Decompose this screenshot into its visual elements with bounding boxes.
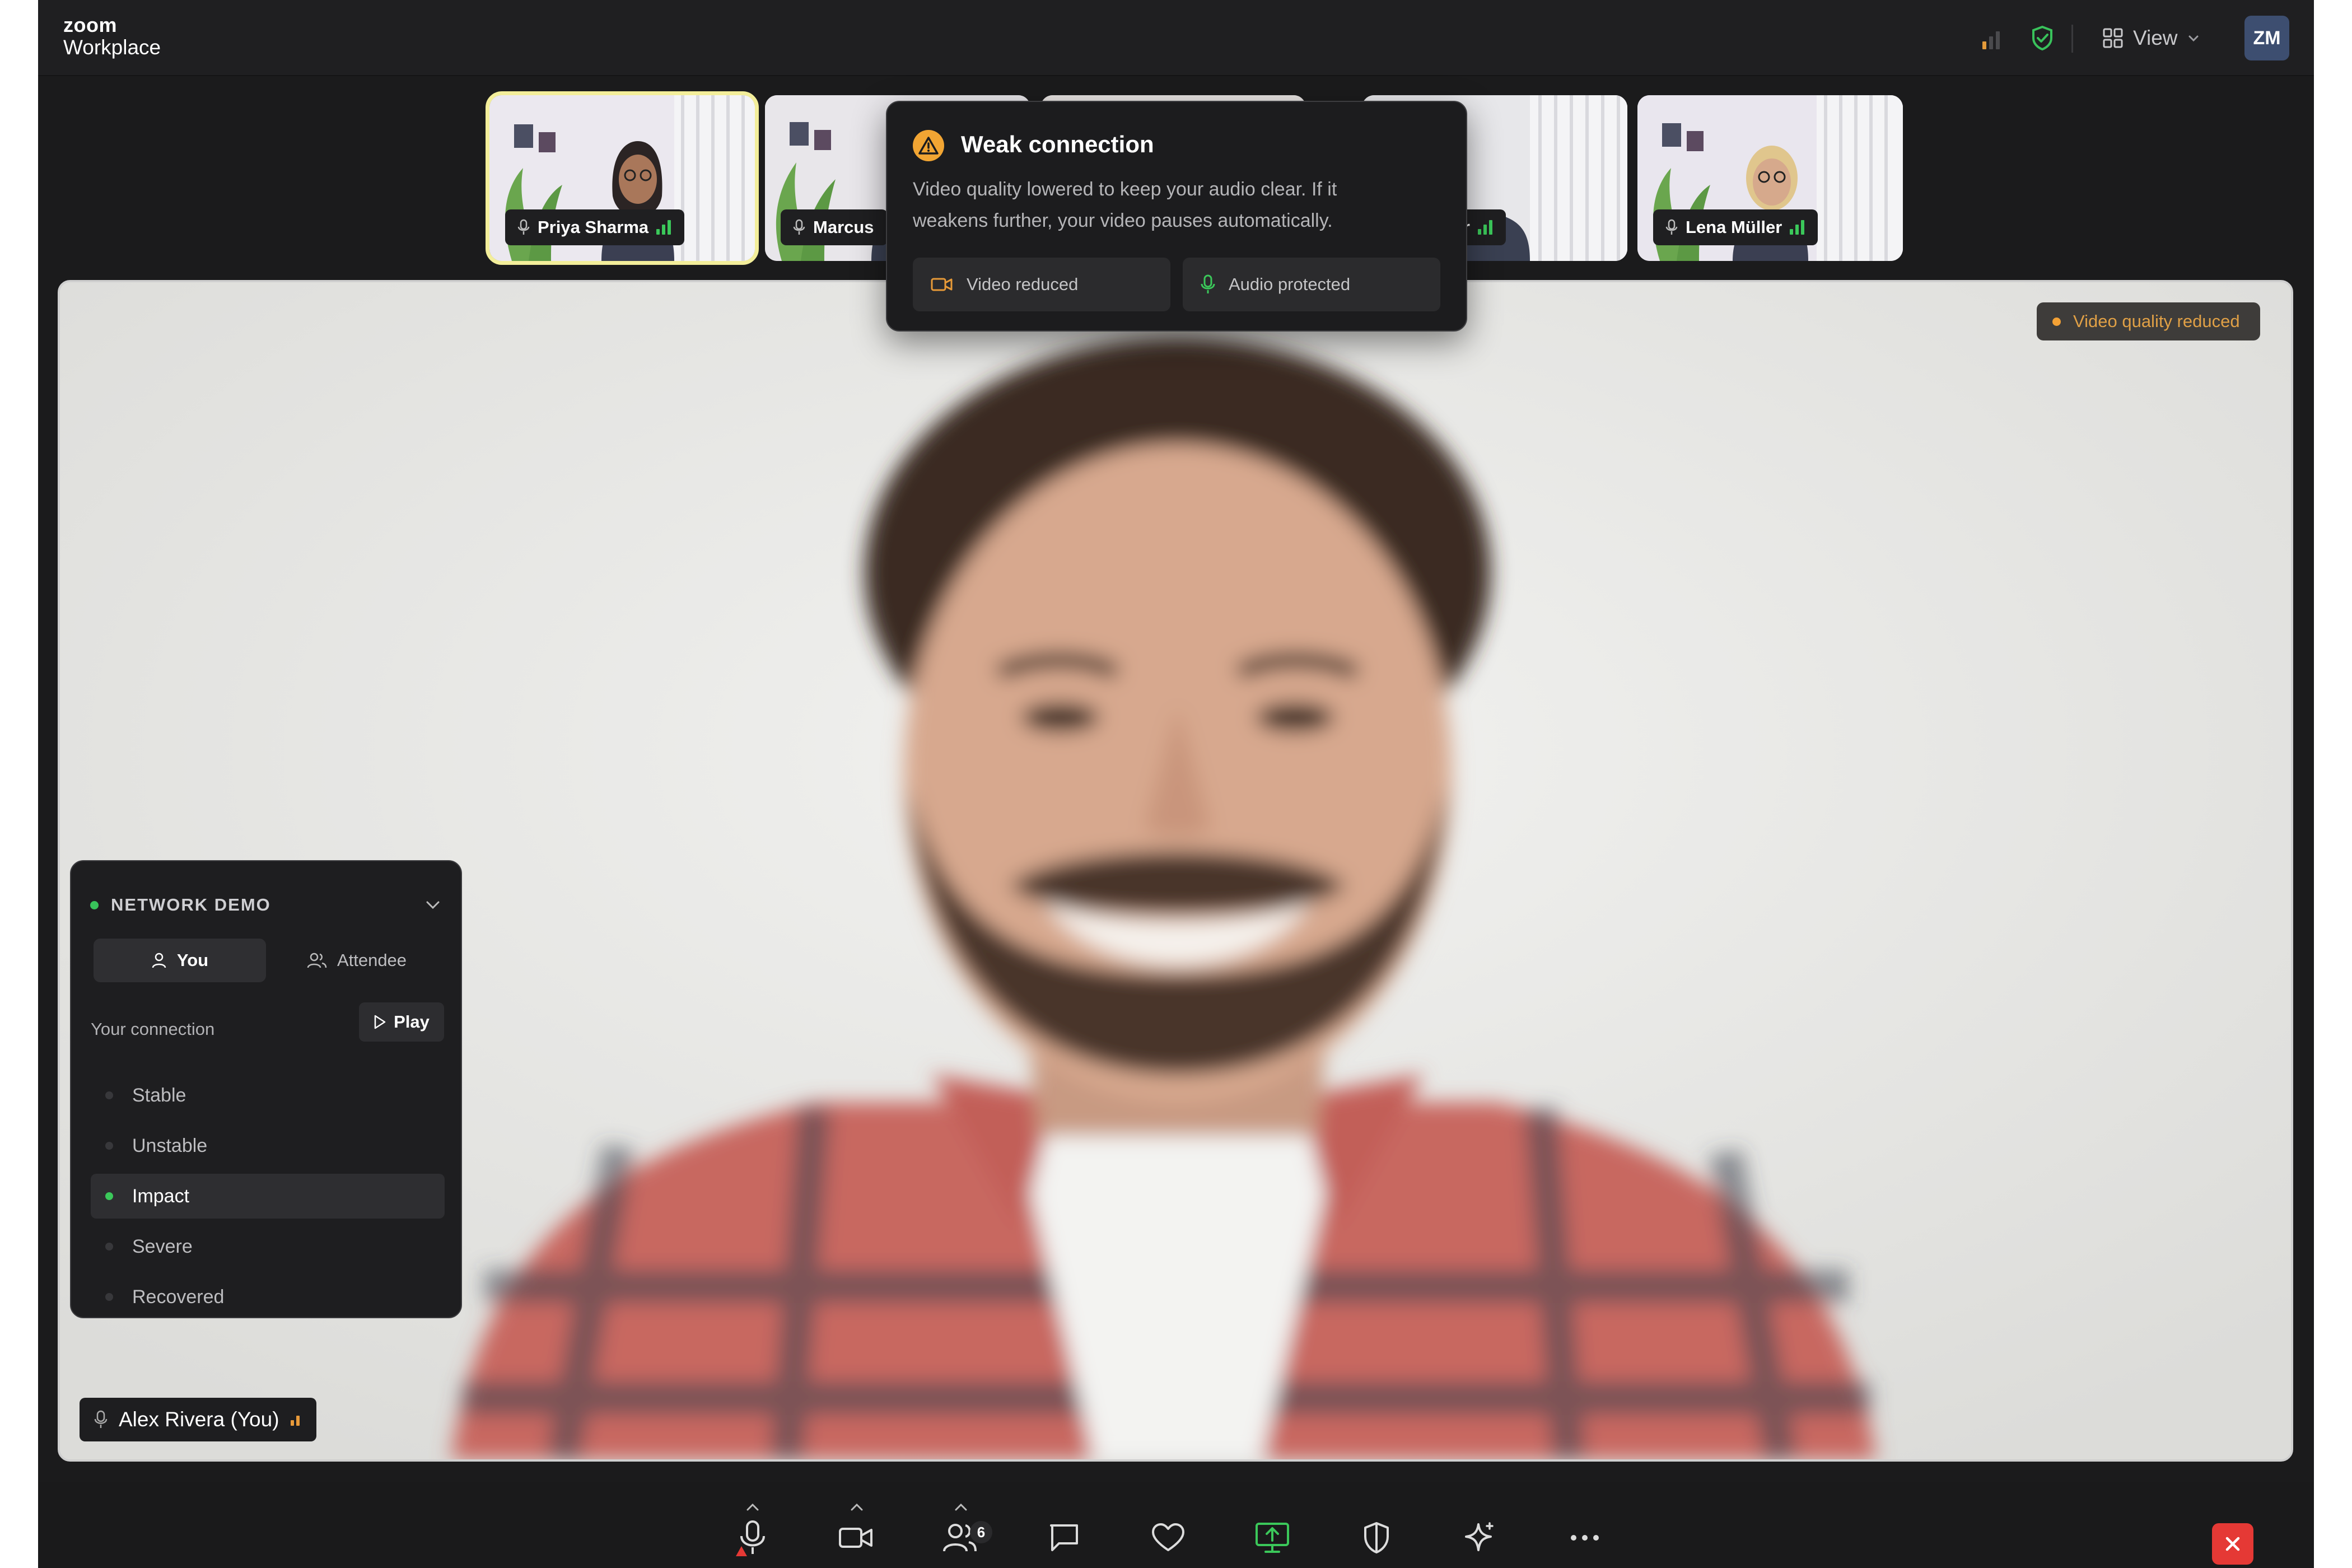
participant-name-tag: Lena Müller bbox=[1653, 209, 1818, 245]
participant-tile-priya[interactable]: Priya Sharma bbox=[486, 91, 759, 265]
audio-protected-chip: Audio protected bbox=[1183, 258, 1440, 311]
grid-icon bbox=[2103, 28, 2123, 48]
chat-button[interactable] bbox=[1042, 1515, 1086, 1560]
close-icon bbox=[2225, 1537, 2240, 1551]
chevron-down-icon bbox=[2188, 35, 2199, 42]
microphone-icon bbox=[793, 219, 805, 235]
signal-bars-icon bbox=[1790, 220, 1805, 235]
security-button[interactable] bbox=[1354, 1515, 1399, 1560]
chevron-down-icon[interactable] bbox=[423, 895, 443, 915]
more-icon bbox=[1571, 1535, 1599, 1541]
mute-button[interactable] bbox=[730, 1515, 775, 1560]
video-reduced-chip: Video reduced bbox=[913, 258, 1170, 311]
divider bbox=[2071, 25, 2073, 53]
chat-icon bbox=[1050, 1524, 1078, 1551]
top-bar: zoom Workplace View ZM bbox=[38, 0, 2314, 76]
play-icon bbox=[374, 1015, 386, 1029]
radio-dot bbox=[105, 1293, 113, 1301]
chevron-up-icon[interactable] bbox=[746, 1503, 759, 1511]
tab-label: You bbox=[176, 950, 209, 970]
tab-you[interactable]: You bbox=[94, 939, 266, 982]
microphone-icon bbox=[1201, 274, 1215, 293]
signal-bars-icon bbox=[1478, 220, 1492, 235]
share-screen-icon bbox=[1256, 1523, 1289, 1553]
radio-dot bbox=[105, 1243, 113, 1250]
popover-title: Weak connection bbox=[961, 131, 1154, 157]
weak-connection-popover: Weak connection Video quality lowered to… bbox=[886, 101, 1467, 332]
chevron-up-icon[interactable] bbox=[954, 1503, 968, 1511]
signal-bars-icon bbox=[290, 1413, 300, 1426]
heart-icon bbox=[1152, 1523, 1184, 1551]
participant-name-tag: Priya Sharma bbox=[505, 209, 685, 245]
option-label: Unstable bbox=[132, 1135, 208, 1156]
option-label: Severe bbox=[132, 1235, 193, 1257]
chip-label: Audio protected bbox=[1229, 274, 1351, 294]
brand-line1: zoom bbox=[63, 13, 117, 36]
option-label: Recovered bbox=[132, 1286, 225, 1308]
brand-logo: zoom Workplace bbox=[63, 15, 161, 59]
video-camera-icon bbox=[839, 1528, 872, 1548]
video-quality-label: Video quality reduced bbox=[2073, 311, 2240, 331]
app-window: zoom Workplace View ZM Priya Sharma Marc… bbox=[38, 0, 2314, 1568]
users-icon bbox=[307, 953, 327, 968]
chevron-up-icon[interactable] bbox=[850, 1503, 864, 1511]
microphone-icon bbox=[1665, 219, 1678, 235]
avatar[interactable]: ZM bbox=[2244, 16, 2289, 60]
signal-bars-icon bbox=[656, 220, 671, 235]
popover-body: Video quality lowered to keep your audio… bbox=[913, 179, 1337, 231]
tab-attendee[interactable]: Attendee bbox=[270, 939, 443, 982]
signal-strength-icon[interactable] bbox=[1980, 28, 2003, 50]
play-label: Play bbox=[394, 1012, 430, 1032]
option-label: Impact bbox=[132, 1185, 190, 1207]
participant-name: Priya Sharma bbox=[538, 217, 649, 237]
radio-dot bbox=[105, 1142, 113, 1150]
panel-header: NETWORK DEMO bbox=[90, 895, 271, 915]
status-dot bbox=[90, 900, 99, 909]
participants-count-badge: 6 bbox=[970, 1521, 992, 1543]
video-quality-badge: Video quality reduced bbox=[2037, 302, 2260, 340]
option-stable[interactable]: Stable bbox=[91, 1073, 445, 1118]
panel-title: NETWORK DEMO bbox=[111, 895, 271, 914]
microphone-icon bbox=[517, 219, 530, 235]
play-button[interactable]: Play bbox=[359, 1002, 444, 1042]
shield-icon bbox=[1364, 1522, 1389, 1553]
brand-line2: Workplace bbox=[63, 36, 161, 59]
radio-dot bbox=[105, 1091, 113, 1099]
chip-label: Video reduced bbox=[967, 274, 1079, 294]
option-unstable[interactable]: Unstable bbox=[91, 1123, 445, 1168]
tab-label: Attendee bbox=[337, 950, 407, 970]
view-label: View bbox=[2133, 26, 2178, 49]
video-button[interactable] bbox=[833, 1515, 878, 1560]
sparkle-icon bbox=[1465, 1522, 1494, 1551]
option-severe[interactable]: Severe bbox=[91, 1224, 445, 1269]
participant-name: Lena Müller bbox=[1686, 217, 1782, 237]
participant-tile-lena[interactable]: Lena Müller bbox=[1637, 95, 1903, 261]
video-camera-icon bbox=[931, 278, 953, 291]
microphone-icon bbox=[736, 1520, 765, 1556]
share-screen-button[interactable] bbox=[1250, 1515, 1295, 1560]
self-name-tag: Alex Rivera (You) bbox=[80, 1398, 316, 1441]
radio-dot bbox=[105, 1192, 113, 1200]
option-label: Stable bbox=[132, 1084, 186, 1106]
option-recovered[interactable]: Recovered bbox=[91, 1275, 445, 1319]
meeting-toolbar: 6 bbox=[38, 1482, 2314, 1568]
network-demo-panel: NETWORK DEMO You Attendee Your connectio… bbox=[70, 860, 462, 1318]
participant-name: Marcus bbox=[813, 217, 874, 237]
self-name: Alex Rivera (You) bbox=[119, 1408, 279, 1431]
more-button[interactable] bbox=[1562, 1515, 1607, 1560]
reactions-button[interactable] bbox=[1146, 1515, 1191, 1560]
end-meeting-button[interactable] bbox=[2212, 1523, 2253, 1565]
ai-companion-button[interactable] bbox=[1458, 1515, 1503, 1560]
view-button[interactable]: View bbox=[2102, 22, 2200, 54]
connection-label: Your connection bbox=[91, 1019, 215, 1039]
shield-check-icon[interactable] bbox=[2030, 25, 2055, 52]
status-dot bbox=[2052, 317, 2061, 326]
warning-icon bbox=[913, 130, 944, 161]
user-icon bbox=[152, 953, 166, 968]
participant-name-tag: Marcus bbox=[781, 209, 888, 245]
option-impact[interactable]: Impact bbox=[91, 1174, 445, 1219]
microphone-icon bbox=[94, 1410, 108, 1428]
